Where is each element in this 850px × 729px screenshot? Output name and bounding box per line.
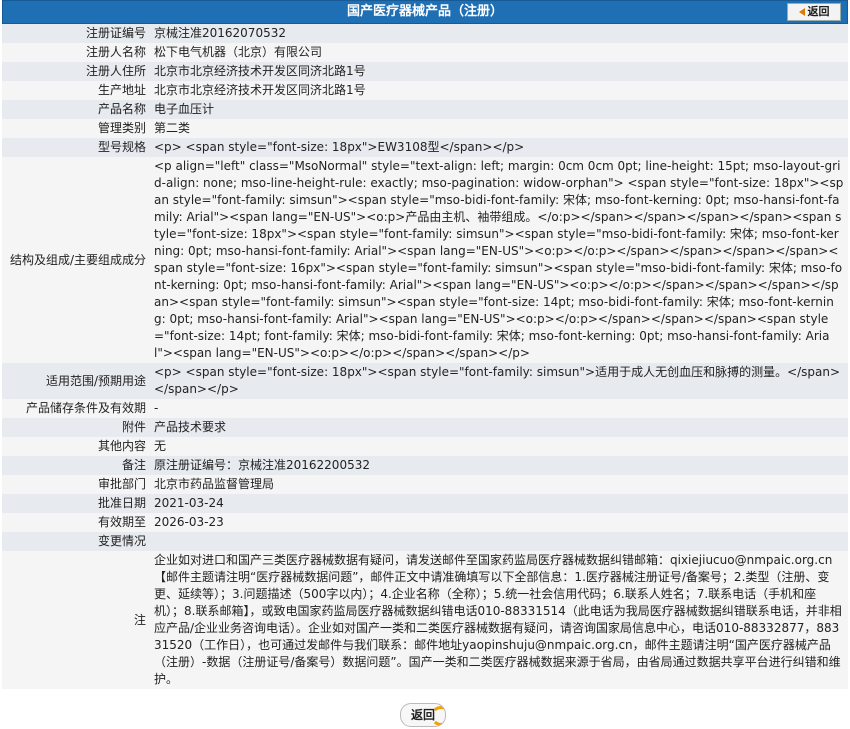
- field-label: 产品名称: [2, 100, 150, 119]
- field-value: 产品技术要求: [150, 418, 848, 437]
- page-title: 国产医疗器械产品（注册）: [346, 4, 503, 19]
- field-value: 无: [150, 437, 848, 456]
- field-value: [150, 532, 848, 551]
- table-row: 适用范围/预期用途 <p> <span style="font-size: 18p…: [2, 363, 848, 399]
- field-value: 北京市药品监督管理局: [150, 475, 848, 494]
- table-row: 管理类别 第二类: [2, 119, 848, 138]
- field-label: 变更情况: [2, 532, 150, 551]
- field-value: 原注册证编号：京械注准20162200532: [150, 456, 848, 475]
- table-row: 注册人名称 松下电气机器（北京）有限公司: [2, 43, 848, 62]
- table-row: 附件 产品技术要求: [2, 418, 848, 437]
- table-row: 产品储存条件及有效期 -: [2, 399, 848, 418]
- field-label: 注册人住所: [2, 62, 150, 81]
- back-arrow-icon: [798, 8, 805, 16]
- table-row: 结构及组成/主要组成成分 <p align="left" class="MsoNo…: [2, 157, 848, 363]
- field-value: 北京市北京经济技术开发区同济北路1号: [150, 62, 848, 81]
- table-row: 注企业如对进口和国产三类医疗器械数据有疑问，请发送邮件至国家药监局医疗器械数据纠…: [2, 551, 848, 689]
- field-value: <p align="left" class="MsoNormal" style=…: [150, 157, 848, 363]
- table-row: 有效期至 2026-03-23: [2, 513, 848, 532]
- table-row: 注册证编号 京械注准20162070532: [2, 24, 848, 43]
- field-label: 备注: [2, 456, 150, 475]
- back-button-label: 返回: [807, 5, 830, 18]
- table-row: 型号规格 <p> <span style="font-size: 18px">EW…: [2, 138, 848, 157]
- table-row: 注册人住所 北京市北京经济技术开发区同济北路1号: [2, 62, 848, 81]
- field-label: 注册人名称: [2, 43, 150, 62]
- field-label: 管理类别: [2, 119, 150, 138]
- field-label: 生产地址: [2, 81, 150, 100]
- field-label: 有效期至: [2, 513, 150, 532]
- field-value: 2026-03-23: [150, 513, 848, 532]
- field-value: 京械注准20162070532: [150, 24, 848, 43]
- footer: 返回: [2, 689, 848, 729]
- back-button-top[interactable]: 返回: [787, 3, 841, 21]
- table-row: 审批部门 北京市药品监督管理局: [2, 475, 848, 494]
- field-value: 松下电气机器（北京）有限公司: [150, 43, 848, 62]
- table-row: 产品名称 电子血压计: [2, 100, 848, 119]
- back-button-bottom[interactable]: 返回: [400, 703, 446, 727]
- notice-text: 企业如对进口和国产三类医疗器械数据有疑问，请发送邮件至国家药监局医疗器械数据纠错…: [150, 551, 848, 689]
- field-value: -: [150, 399, 848, 418]
- field-label: 结构及组成/主要组成成分: [2, 157, 150, 363]
- table-row: 其他内容无: [2, 437, 848, 456]
- title-bar: 国产医疗器械产品（注册） 返回: [2, 0, 848, 24]
- table-row: 备注 原注册证编号：京械注准20162200532: [2, 456, 848, 475]
- table-row: 变更情况: [2, 532, 848, 551]
- field-label: 批准日期: [2, 494, 150, 513]
- field-value: 电子血压计: [150, 100, 848, 119]
- field-label: 适用范围/预期用途: [2, 363, 150, 399]
- field-label: 注: [2, 551, 150, 689]
- return-circle-icon: [431, 706, 445, 726]
- field-label: 型号规格: [2, 138, 150, 157]
- table-row: 生产地址 北京市北京经济技术开发区同济北路1号: [2, 81, 848, 100]
- field-label: 其他内容: [2, 437, 150, 456]
- field-label: 审批部门: [2, 475, 150, 494]
- field-value: 2021-03-24: [150, 494, 848, 513]
- field-value: <p> <span style="font-size: 18px">EW3108…: [150, 138, 848, 157]
- field-label: 附件: [2, 418, 150, 437]
- detail-table: 注册证编号 京械注准20162070532 注册人名称 松下电气机器（北京）有限公司…: [2, 24, 848, 689]
- page-container: 国产医疗器械产品（注册） 返回 注册证编号 京械注准20162070532 注册人…: [2, 0, 848, 729]
- table-row: 批准日期 2021-03-24: [2, 494, 848, 513]
- field-label: 注册证编号: [2, 24, 150, 43]
- field-label: 产品储存条件及有效期: [2, 399, 150, 418]
- field-value: 第二类: [150, 119, 848, 138]
- field-value: 北京市北京经济技术开发区同济北路1号: [150, 81, 848, 100]
- field-value: <p> <span style="font-size: 18px"><span …: [150, 363, 848, 399]
